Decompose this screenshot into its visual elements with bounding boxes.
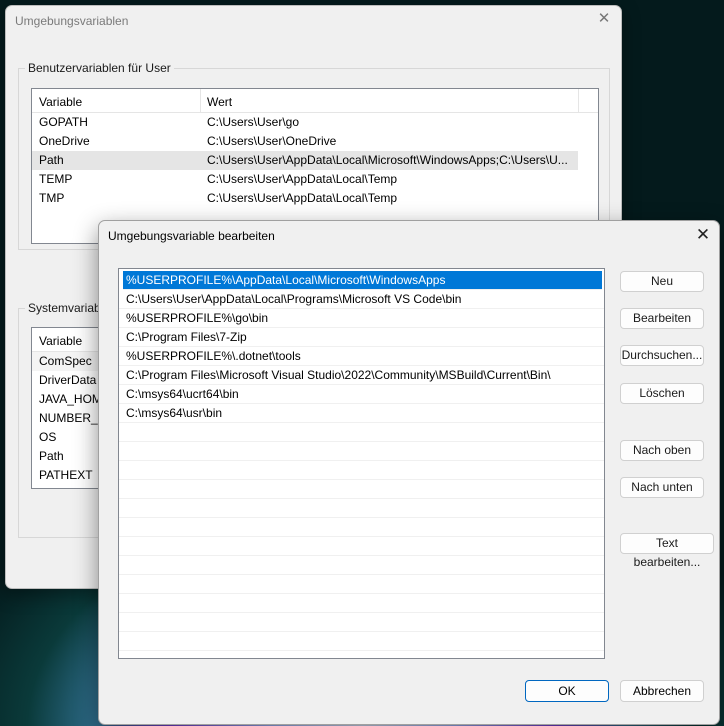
edit-button[interactable]: Bearbeiten (620, 308, 704, 329)
list-item[interactable]: TEMP C:\Users\User\AppData\Local\Temp (32, 170, 598, 189)
column-header-variable[interactable]: Variable (39, 95, 82, 109)
list-item-selected[interactable]: Path C:\Users\User\AppData\Local\Microso… (32, 151, 578, 170)
variable-name: Path (39, 153, 64, 167)
path-entry[interactable]: %USERPROFILE%\.dotnet\tools (119, 347, 604, 366)
empty-row[interactable] (119, 442, 604, 461)
variable-value: C:\Users\User\go (207, 115, 300, 129)
empty-row[interactable] (119, 423, 604, 442)
empty-row[interactable] (119, 537, 604, 556)
path-entry-selected[interactable]: %USERPROFILE%\AppData\Local\Microsoft\Wi… (123, 271, 602, 290)
list-item[interactable]: TMP C:\Users\User\AppData\Local\Temp (32, 189, 598, 208)
system-variables-label: Systemvariabl (25, 301, 107, 315)
list-header: Variable Wert (32, 89, 598, 113)
variable-name: DriverData (39, 373, 97, 387)
window-title: Umgebungsvariablen (15, 14, 129, 28)
list-item[interactable]: OneDrive C:\Users\User\OneDrive (32, 132, 598, 151)
cancel-button[interactable]: Abbrechen (620, 680, 704, 702)
delete-button[interactable]: Löschen (620, 383, 704, 404)
path-entry[interactable]: C:\Program Files\Microsoft Visual Studio… (119, 366, 604, 385)
variable-value: C:\Users\User\AppData\Local\Temp (207, 191, 398, 205)
variable-name: NUMBER_O (39, 411, 108, 425)
ok-button[interactable]: OK (525, 680, 609, 702)
variable-value: C:\Users\User\AppData\Local\Temp (207, 172, 398, 186)
variable-name: Path (39, 449, 64, 463)
empty-row[interactable] (119, 594, 604, 613)
move-down-button[interactable]: Nach unten (620, 477, 704, 498)
dialog-title: Umgebungsvariable bearbeiten (108, 229, 275, 243)
close-icon[interactable]: ✕ (595, 10, 613, 28)
close-icon[interactable]: ✕ (693, 225, 713, 245)
variable-name: TEMP (39, 172, 73, 186)
new-button[interactable]: Neu (620, 271, 704, 292)
path-entry[interactable]: %USERPROFILE%\go\bin (119, 309, 604, 328)
empty-row[interactable] (119, 461, 604, 480)
variable-name: JAVA_HOM (39, 392, 102, 406)
browse-button[interactable]: Durchsuchen... (620, 345, 704, 366)
empty-row[interactable] (119, 575, 604, 594)
edit-environment-variable-dialog: Umgebungsvariable bearbeiten ✕ %USERPROF… (98, 220, 720, 725)
variable-value: C:\Users\User\AppData\Local\Microsoft\Wi… (207, 153, 568, 167)
path-entry[interactable]: C:\msys64\usr\bin (119, 404, 604, 423)
path-entry[interactable]: C:\msys64\ucrt64\bin (119, 385, 604, 404)
empty-row[interactable] (119, 499, 604, 518)
path-entry[interactable]: C:\Users\User\AppData\Local\Programs\Mic… (119, 290, 604, 309)
empty-row[interactable] (119, 556, 604, 575)
variable-name: OS (39, 430, 57, 444)
list-item[interactable]: GOPATH C:\Users\User\go (32, 113, 598, 132)
move-up-button[interactable]: Nach oben (620, 440, 704, 461)
variable-value: C:\Users\User\OneDrive (207, 134, 337, 148)
empty-row[interactable] (119, 632, 604, 651)
empty-row[interactable] (119, 518, 604, 537)
variable-name: GOPATH (39, 115, 88, 129)
path-entry[interactable]: C:\Program Files\7-Zip (119, 328, 604, 347)
path-entries-list[interactable]: %USERPROFILE%\AppData\Local\Microsoft\Wi… (118, 268, 605, 659)
user-variables-label: Benutzervariablen für User (25, 61, 174, 75)
variable-name: OneDrive (39, 134, 90, 148)
variable-name: PATHEXT (39, 468, 93, 482)
empty-row[interactable] (119, 480, 604, 499)
edit-text-button[interactable]: Text bearbeiten... (620, 533, 714, 569)
empty-row[interactable] (119, 613, 604, 632)
column-header-value[interactable]: Wert (207, 95, 232, 109)
column-header-variable[interactable]: Variable (39, 334, 82, 348)
variable-name: ComSpec (39, 354, 92, 368)
variable-name: TMP (39, 191, 65, 205)
